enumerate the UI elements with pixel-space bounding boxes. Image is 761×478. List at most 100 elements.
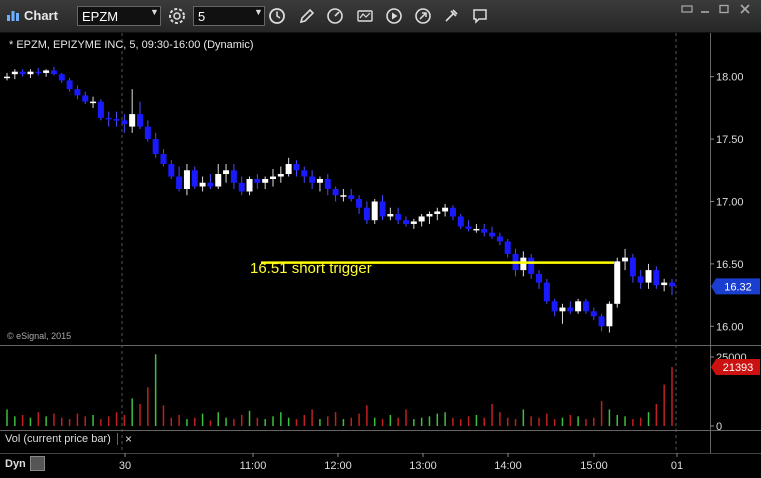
- candle-body: [254, 179, 261, 183]
- pencil-icon: [299, 8, 315, 24]
- volume-tick-label: 0: [716, 421, 722, 433]
- time-tick-label: 13:00: [409, 460, 437, 472]
- candle-body: [418, 216, 425, 222]
- last-price-badge: 16.32: [711, 278, 760, 295]
- price-tick-label: 16.50: [716, 259, 744, 271]
- maximize-button[interactable]: [716, 2, 732, 16]
- candle-body: [598, 316, 605, 327]
- last-volume-badge-text: 21393: [723, 362, 754, 374]
- candle-body: [19, 71, 26, 75]
- tools-button[interactable]: [413, 6, 433, 26]
- candle-body: [661, 282, 668, 286]
- candle-body: [363, 207, 370, 221]
- candle-body: [285, 164, 292, 175]
- trigger-annotation: 16.51 short trigger: [250, 260, 372, 277]
- candle-body: [82, 95, 89, 102]
- price-tick-label: 16.00: [716, 321, 744, 333]
- replay-button[interactable]: [384, 6, 404, 26]
- candle-body: [645, 270, 652, 283]
- candle-body: [629, 257, 636, 277]
- studies-button[interactable]: [355, 6, 375, 26]
- candle-body: [183, 170, 190, 189]
- candle-body: [379, 201, 386, 217]
- candle-body: [129, 114, 136, 127]
- dynamic-label[interactable]: Dyn: [5, 458, 26, 470]
- minimize-icon: [701, 11, 709, 13]
- clock-icon: [269, 8, 285, 24]
- settings-button[interactable]: [167, 6, 187, 26]
- interval-dropdown-icon[interactable]: ▼: [254, 7, 263, 17]
- settings-icon: [169, 8, 185, 24]
- cursor-icon: [445, 9, 458, 22]
- candle-body: [223, 170, 230, 175]
- symbol-input[interactable]: EPZM: [77, 6, 161, 26]
- link-icon: [681, 5, 693, 13]
- candle-body: [332, 189, 339, 196]
- candle-body: [301, 170, 308, 177]
- last-price-badge-text: 16.32: [724, 281, 752, 293]
- candle-body: [387, 213, 394, 217]
- candle-body: [536, 273, 542, 283]
- draw-button[interactable]: [297, 6, 317, 26]
- comment-button[interactable]: [470, 6, 490, 26]
- candle-body: [152, 139, 159, 155]
- candle-body: [496, 236, 503, 242]
- volume-study-label[interactable]: Vol (current price bar): [5, 433, 118, 445]
- candle-body: [90, 101, 97, 104]
- candle-body: [481, 228, 488, 233]
- candle-body: [567, 307, 574, 312]
- maximize-icon: [719, 4, 729, 14]
- candle-body: [316, 179, 323, 183]
- price-tick-label: 18.00: [716, 72, 744, 84]
- time-template-button[interactable]: [267, 6, 287, 26]
- close-button[interactable]: [737, 2, 753, 16]
- close-icon: [740, 4, 750, 14]
- time-tick-label: 01: [671, 460, 683, 472]
- lock-icon[interactable]: [30, 456, 45, 471]
- price-tick-label: 17.50: [716, 134, 744, 146]
- time-tick-label: 15:00: [580, 460, 608, 472]
- candle-body: [575, 301, 582, 312]
- minimize-button[interactable]: [697, 2, 713, 16]
- candle-body: [528, 257, 535, 274]
- last-volume-badge: 21393: [711, 358, 760, 375]
- candle-body: [207, 182, 214, 187]
- candle-body: [403, 220, 409, 224]
- play-icon: [386, 8, 402, 24]
- close-study-icon[interactable]: ×: [125, 432, 132, 446]
- candle-body: [551, 301, 558, 312]
- candle-body: [4, 76, 10, 79]
- candle-body: [50, 70, 57, 75]
- candle-body: [199, 182, 206, 187]
- chart-app-icon: [7, 11, 19, 21]
- candle-body: [340, 195, 347, 197]
- candle-body: [246, 179, 253, 192]
- candle-body: [371, 201, 378, 221]
- candle-body: [582, 301, 589, 312]
- candle-body: [434, 211, 441, 214]
- link-window-button[interactable]: [679, 2, 695, 16]
- candle-body: [74, 89, 81, 96]
- candle-body: [270, 176, 276, 180]
- candle-body: [324, 179, 331, 189]
- candle-body: [395, 213, 402, 221]
- symbol-dropdown-icon[interactable]: ▼: [150, 7, 159, 17]
- cursor-button[interactable]: [441, 6, 461, 26]
- candle-body: [410, 221, 417, 224]
- studies-icon: [357, 10, 373, 22]
- candle-body: [35, 71, 42, 74]
- candle-body: [348, 195, 355, 199]
- app-title: Chart: [24, 8, 58, 23]
- candle-body: [215, 174, 222, 187]
- esignal-watermark: © eSignal, 2015: [7, 331, 72, 341]
- price-chart[interactable]: 18.0017.5017.0016.5016.0025000030 11:00 12…: [0, 33, 761, 478]
- candle-body: [113, 119, 120, 121]
- price-tick-label: 17.00: [716, 196, 744, 208]
- candle-body: [168, 164, 175, 177]
- time-tick-label: 11:00: [240, 460, 267, 472]
- speed-button[interactable]: [325, 6, 345, 26]
- candle-body: [473, 228, 480, 231]
- candle-body: [66, 80, 73, 90]
- candle-body: [262, 179, 269, 183]
- candle-body: [293, 164, 300, 171]
